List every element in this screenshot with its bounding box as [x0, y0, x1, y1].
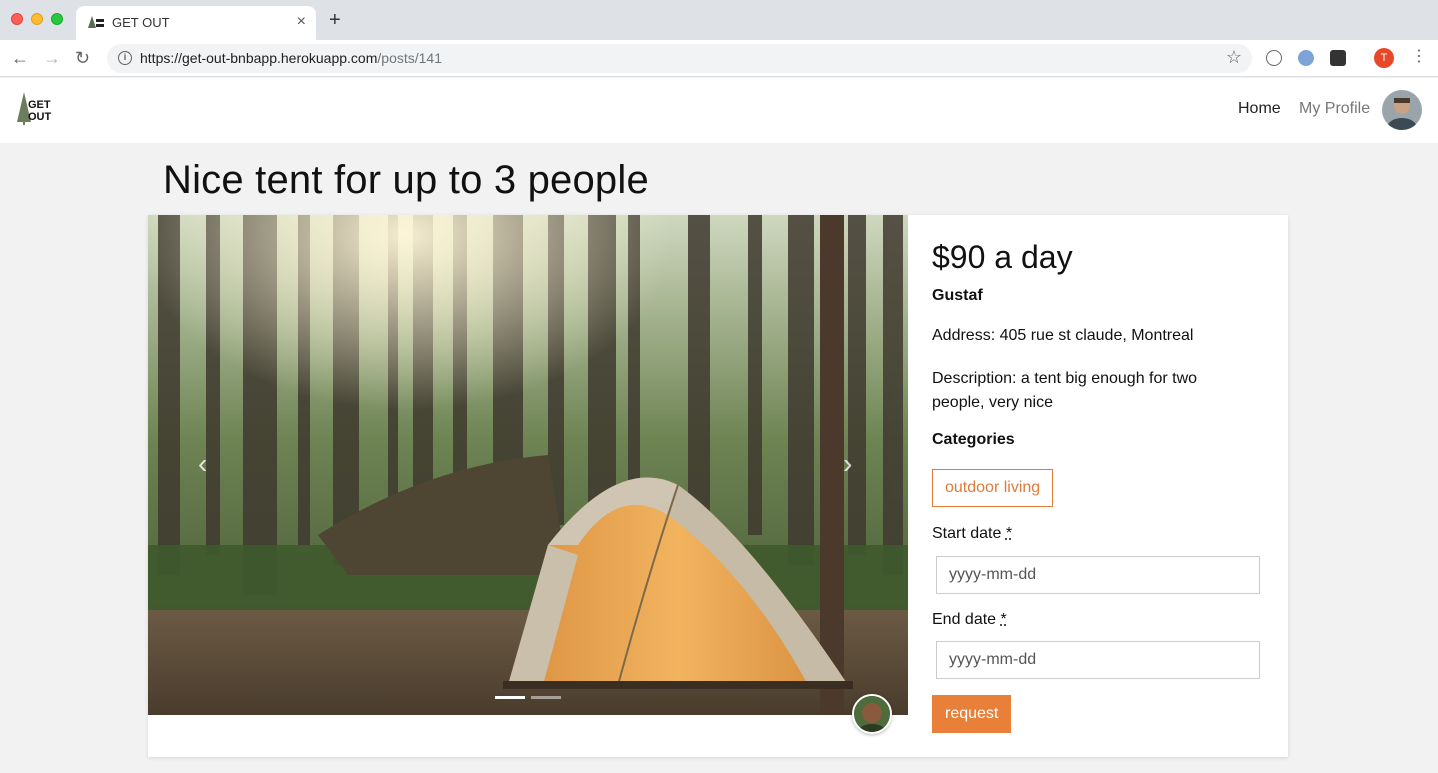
info-icon[interactable]: i [118, 51, 132, 65]
image-carousel[interactable]: ‹ › [148, 215, 908, 715]
browser-tabbar: GET OUT × + [0, 0, 1438, 40]
url-text[interactable]: https://get-out-bnbapp.herokuapp.com/pos… [140, 50, 442, 66]
price: $90 a day [932, 239, 1073, 275]
start-date-input[interactable] [936, 556, 1260, 594]
tent-photo [148, 215, 908, 715]
required-mark: * [1000, 611, 1007, 628]
browser-toolbar: ← → ↻ i https://get-out-bnbapp.herokuapp… [0, 40, 1438, 77]
reload-icon[interactable]: ↻ [75, 48, 90, 68]
request-button[interactable]: request [932, 695, 1012, 733]
bookmark-star-icon[interactable]: ☆ [1226, 47, 1242, 68]
owner-avatar[interactable] [852, 694, 892, 734]
address: Address: 405 rue st claude, Montreal [932, 327, 1194, 344]
description: Description: a tent big enough for two p… [932, 370, 1198, 411]
carousel-indicator[interactable] [495, 696, 525, 699]
svg-text:OUT: OUT [28, 111, 52, 123]
minimize-window-button[interactable] [31, 13, 43, 25]
categories-label: Categories [932, 431, 1015, 448]
owner-name: Gustaf [932, 287, 983, 304]
browser-tab[interactable]: GET OUT × [76, 6, 316, 40]
end-date-input[interactable] [936, 641, 1260, 679]
nav-my-profile-link[interactable]: My Profile [1299, 100, 1370, 118]
page-title: Nice tent for up to 3 people [163, 158, 649, 202]
menu-kebab-icon[interactable]: ⋮ [1411, 47, 1427, 67]
tree-logo-icon [88, 16, 104, 28]
carousel-next-button[interactable]: › [843, 450, 852, 478]
get-out-logo[interactable]: GET OUT [16, 92, 56, 126]
carousel-indicators [495, 686, 567, 704]
category-tag[interactable]: outdoor living [932, 469, 1054, 507]
start-date-label: Start date * [932, 525, 1013, 542]
maximize-window-button[interactable] [51, 13, 63, 25]
required-mark: * [1005, 525, 1013, 542]
site-header: GET OUT Home My Profile [0, 78, 1438, 143]
tab-close-icon[interactable]: × [297, 13, 306, 31]
end-date-label: End date * [932, 611, 1007, 628]
address-bar[interactable]: i https://get-out-bnbapp.herokuapp.com/p… [107, 44, 1252, 73]
carousel-prev-button[interactable]: ‹ [198, 450, 207, 478]
extension-icon[interactable] [1266, 50, 1282, 66]
svg-text:GET: GET [28, 99, 51, 111]
close-window-button[interactable] [11, 13, 23, 25]
extension-icon[interactable] [1298, 50, 1314, 66]
extension-icon[interactable] [1330, 50, 1346, 66]
browser-profile-avatar[interactable]: T [1374, 48, 1394, 68]
post-card: ‹ › $90 a day Gustaf Address: 405 rue st… [148, 215, 1288, 757]
tab-title: GET OUT [112, 15, 170, 30]
new-tab-button[interactable]: + [329, 10, 341, 30]
user-avatar[interactable] [1382, 90, 1422, 130]
forward-arrow-icon[interactable]: → [43, 48, 61, 68]
back-arrow-icon[interactable]: ← [11, 48, 29, 68]
carousel-indicator[interactable] [531, 696, 561, 699]
nav-home-link[interactable]: Home [1238, 100, 1281, 118]
